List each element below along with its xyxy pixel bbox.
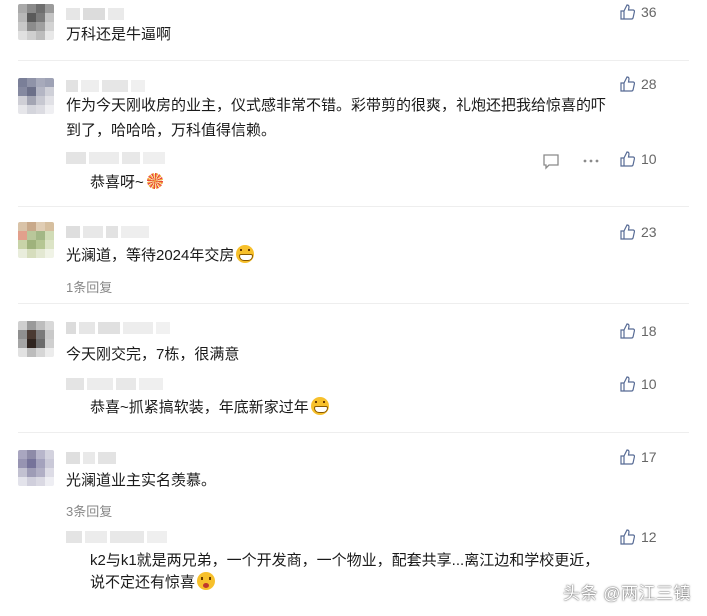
- username-blurred[interactable]: [66, 8, 127, 20]
- more-icon[interactable]: [582, 152, 600, 170]
- username-blurred[interactable]: [66, 322, 173, 334]
- divider: [18, 432, 689, 433]
- like-button[interactable]: 23: [619, 222, 661, 242]
- reply-text-content: 恭喜~抓紧搞软装，年底新家过年: [90, 399, 309, 416]
- reply-username-blurred[interactable]: [66, 152, 168, 164]
- divider: [18, 303, 689, 304]
- thumbs-up-icon: [620, 529, 635, 545]
- username-blurred[interactable]: [66, 452, 119, 464]
- divider: [18, 60, 689, 61]
- thumbs-up-icon: [620, 376, 635, 392]
- like-button[interactable]: 28: [619, 74, 661, 94]
- comment-text: 万科还是牛逼啊: [66, 26, 172, 43]
- like-count: 18: [641, 323, 657, 339]
- reply-username-blurred[interactable]: [66, 378, 166, 390]
- grinning-emoji: [236, 245, 255, 263]
- watermark: 头条 @两江三镇: [563, 584, 691, 603]
- reply-text-content: 恭喜呀~: [90, 174, 144, 191]
- like-button[interactable]: 17: [619, 447, 661, 467]
- grinning-emoji: [310, 397, 329, 415]
- like-count: 10: [641, 151, 657, 167]
- like-count: 36: [641, 4, 657, 20]
- username-blurred[interactable]: [66, 226, 152, 238]
- comment-icon[interactable]: [542, 152, 560, 170]
- divider: [18, 206, 689, 207]
- like-count: 23: [641, 224, 657, 240]
- avatar[interactable]: [18, 450, 54, 486]
- reply-text: 恭喜呀~: [90, 170, 164, 196]
- reply-username-blurred[interactable]: [66, 531, 170, 543]
- like-count: 17: [641, 449, 657, 465]
- like-count: 10: [641, 376, 657, 392]
- avatar[interactable]: [18, 321, 54, 357]
- thumbs-up-icon: [620, 151, 635, 167]
- comment-text-line-2: 到了，哈哈哈，万科值得信赖。: [66, 122, 277, 139]
- avatar[interactable]: [18, 78, 54, 114]
- thumbs-up-icon: [620, 76, 635, 92]
- reply-text: 恭喜~抓紧搞软装，年底新家过年: [90, 395, 329, 421]
- thumbs-up-icon: [620, 449, 635, 465]
- like-button[interactable]: 12: [619, 527, 661, 547]
- like-button[interactable]: 10: [619, 374, 661, 394]
- thumbs-up-icon: [620, 323, 635, 339]
- view-replies-link[interactable]: 1条回复: [66, 277, 112, 296]
- like-count: 28: [641, 76, 657, 92]
- comment-text-content: 光澜道，等待2024年交房: [66, 247, 235, 264]
- like-button[interactable]: 36: [619, 2, 661, 22]
- view-replies-link[interactable]: 3条回复: [66, 501, 112, 520]
- avatar[interactable]: [18, 4, 54, 40]
- firework-emoji: [146, 172, 164, 190]
- like-count: 12: [641, 529, 657, 545]
- thumbs-up-icon: [620, 4, 635, 20]
- reply-text-line-2: 说不定还有惊喜: [90, 570, 216, 596]
- reply-text-content: 说不定还有惊喜: [90, 574, 196, 591]
- comment-text: 光澜道业主实名羡慕。: [66, 472, 217, 489]
- comment-text: 今天刚交完，7栋，很满意: [66, 346, 240, 363]
- like-button[interactable]: 18: [619, 321, 661, 341]
- avatar[interactable]: [18, 222, 54, 258]
- thumbs-up-icon: [620, 224, 635, 240]
- winking-emoji: [197, 572, 216, 590]
- like-button[interactable]: 10: [619, 149, 661, 169]
- comment-text-line-1: 作为今天刚收房的业主，仪式感非常不错。彩带剪的很爽，礼炮还把我给惊喜的吓: [66, 97, 607, 114]
- comment-text: 光澜道，等待2024年交房: [66, 243, 255, 269]
- username-blurred[interactable]: [66, 80, 148, 92]
